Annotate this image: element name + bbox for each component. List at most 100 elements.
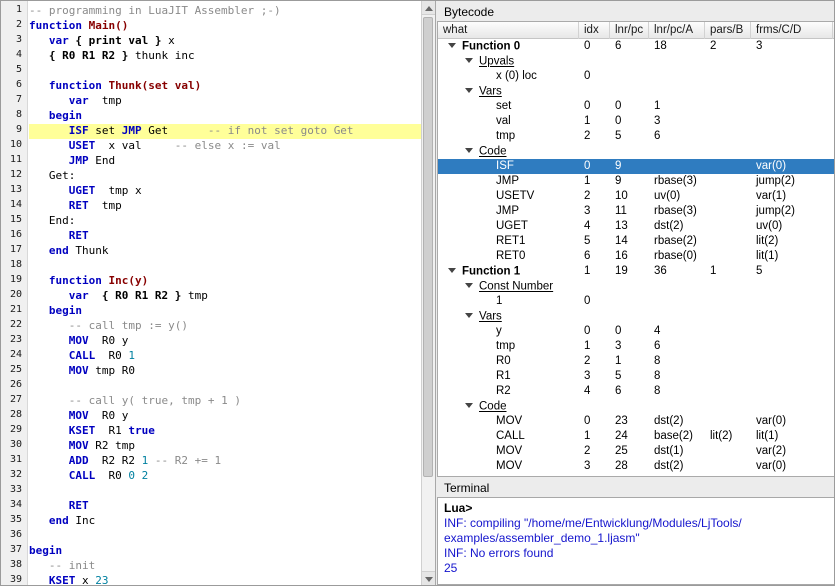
bytecode-row[interactable]: RET1 5 14 rbase(2) lit(2) [438,234,834,249]
expander-icon[interactable] [465,144,479,159]
code-line[interactable]: -- call y( true, tmp + 1 ) [29,394,421,409]
bytecode-row[interactable]: MOV 0 23 dst(2) var(0) [438,414,834,429]
bytecode-row[interactable]: JMP 3 11 rbase(3) jump(2) [438,204,834,219]
expander-icon[interactable] [448,264,462,279]
expander-icon[interactable] [448,39,462,54]
code-line[interactable]: End: [29,214,421,229]
code-line[interactable]: KSET R1 true [29,424,421,439]
code-line[interactable]: function Thunk(set val) [29,79,421,94]
code-line[interactable]: begin [29,109,421,124]
code-line[interactable]: RET [29,499,421,514]
expander-icon[interactable] [465,399,479,414]
code-line[interactable]: UGET tmp x [29,184,421,199]
code-line[interactable]: end Thunk [29,244,421,259]
code-line[interactable] [29,259,421,274]
code-line-highlighted[interactable]: ISF set JMP Get -- if not set goto Get [29,124,421,139]
code-line[interactable]: begin [29,304,421,319]
bytecode-row[interactable]: Code [438,144,834,159]
bytecode-row[interactable]: val 1 0 3 [438,114,834,129]
code-line[interactable]: -- init [29,559,421,574]
code-line[interactable]: Get: [29,169,421,184]
bytecode-row[interactable]: x (0) loc 0 [438,69,834,84]
column-header-lnr-pc-a[interactable]: lnr/pc/A [649,22,705,39]
terminal-output[interactable]: Lua> INF: compiling "/home/me/Entwicklung… [437,497,834,585]
expander-icon[interactable] [465,309,479,324]
code-line[interactable]: var tmp [29,94,421,109]
bytecode-row[interactable]: R0 2 1 8 [438,354,834,369]
code-line[interactable] [29,64,421,79]
code-token: R2 R2 [88,454,142,467]
scroll-up-button[interactable] [422,1,435,15]
code-line[interactable]: function Inc(y) [29,274,421,289]
scrollbar-thumb[interactable] [423,17,433,477]
code-line[interactable]: JMP End [29,154,421,169]
code-line[interactable]: RET [29,229,421,244]
bytecode-row[interactable]: MOV 2 25 dst(1) var(2) [438,444,834,459]
bytecode-row[interactable]: RET0 6 16 rbase(0) lit(1) [438,249,834,264]
bytecode-row-label: Vars [479,310,502,323]
code-line[interactable]: MOV R2 tmp [29,439,421,454]
bytecode-row[interactable]: Function 0 0 6 18 2 3 [438,39,834,54]
bytecode-row[interactable]: Function 1 1 19 36 1 5 [438,264,834,279]
code-line[interactable] [29,379,421,394]
bytecode-row[interactable]: R2 4 6 8 [438,384,834,399]
column-header-what[interactable]: what [438,22,579,39]
code-line[interactable]: CALL R0 0 2 [29,469,421,484]
code-line[interactable]: CALL R0 1 [29,349,421,364]
code-line[interactable]: USET x val -- else x := val [29,139,421,154]
bytecode-row[interactable]: MOV 3 28 dst(2) var(0) [438,459,834,474]
code-lines[interactable]: -- programming in LuaJIT Assembler ;-) fu… [29,1,421,585]
bytecode-row[interactable]: Vars [438,84,834,99]
editor-vertical-scrollbar[interactable] [421,1,435,585]
bytecode-cell [610,279,649,294]
bytecode-row[interactable]: 10 [438,294,834,309]
bytecode-cell [705,279,751,294]
bytecode-cell [610,84,649,99]
code-line[interactable] [29,484,421,499]
scroll-down-button[interactable] [422,571,435,585]
bytecode-cell: 8 [654,385,661,397]
code-line[interactable]: MOV R0 y [29,409,421,424]
code-line[interactable]: var { R0 R1 R2 } tmp [29,289,421,304]
bytecode-row[interactable]: Code [438,399,834,414]
bytecode-row[interactable]: Const Number [438,279,834,294]
bytecode-row[interactable]: set 0 0 1 [438,99,834,114]
code-editor[interactable]: 1 2 3 4 5 6 7 8 9 10 11 12 13 14 15 16 17 18 19 20 21 22 23 24 2… [1,1,436,585]
code-line[interactable]: KSET x 23 [29,574,421,585]
code-line[interactable]: -- programming in LuaJIT Assembler ;-) [29,4,421,19]
code-line[interactable]: end Inc [29,514,421,529]
code-line[interactable]: RET tmp [29,199,421,214]
code-line[interactable]: begin [29,544,421,559]
bytecode-row[interactable]: UGET 4 13 dst(2) uv(0) [438,219,834,234]
column-header-idx[interactable]: idx [579,22,610,39]
bytecode-cell: dst(2) [654,220,684,232]
expander-icon[interactable] [465,54,479,69]
code-line[interactable]: function Main() [29,19,421,34]
code-line[interactable]: MOV R0 y [29,334,421,349]
column-header-frms-c-d[interactable]: frms/C/D [751,22,833,39]
expander-icon[interactable] [465,84,479,99]
bytecode-row[interactable]: Vars [438,309,834,324]
bytecode-row[interactable]: tmp 2 5 6 [438,129,834,144]
bytecode-row[interactable]: R1 3 5 8 [438,369,834,384]
bytecode-row[interactable]: tmp 1 3 6 [438,339,834,354]
bytecode-row[interactable]: CALL 1 24 base(2) lit(2) lit(1) [438,429,834,444]
bytecode-row[interactable]: JMP 1 9 rbase(3) jump(2) [438,174,834,189]
bytecode-row-selected[interactable]: ISF 0 9 var(0) [438,159,834,174]
bytecode-cell [705,444,751,459]
code-line[interactable]: -- call tmp := y() [29,319,421,334]
code-line[interactable]: MOV tmp R0 [29,364,421,379]
column-header-pars-b[interactable]: pars/B [705,22,751,39]
expander-icon[interactable] [465,279,479,294]
code-line[interactable]: var { print val } x [29,34,421,49]
code-line[interactable]: ADD R2 R2 1 -- R2 += 1 [29,454,421,469]
bytecode-row[interactable]: Upvals [438,54,834,69]
code-line[interactable]: { R0 R1 R2 } thunk inc [29,49,421,64]
code-token: 0 2 [128,469,149,482]
code-line[interactable] [29,529,421,544]
bytecode-row[interactable]: y 0 0 4 [438,324,834,339]
bytecode-row[interactable]: USETV 2 10 uv(0) var(1) [438,189,834,204]
column-header-lnr-pc[interactable]: lnr/pc [610,22,649,39]
